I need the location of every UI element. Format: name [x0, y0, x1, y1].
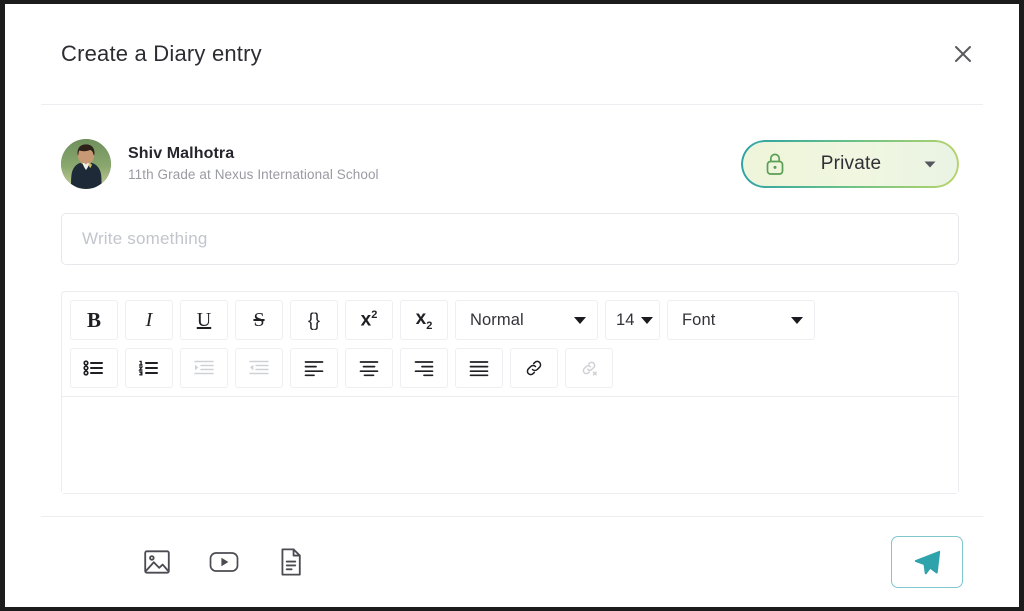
attachment-toolbar [61, 544, 891, 580]
align-right-button[interactable] [400, 348, 448, 388]
dialog-header: Create a Diary entry [5, 4, 1019, 104]
outdent-icon [248, 358, 270, 378]
numbered-list-icon [138, 358, 160, 378]
link-icon [523, 358, 545, 378]
send-plane-icon [912, 547, 942, 577]
attach-image-button[interactable] [139, 544, 175, 580]
send-button[interactable] [891, 536, 963, 588]
privacy-label: Private [820, 153, 882, 174]
align-justify-button[interactable] [455, 348, 503, 388]
author-name: Shiv Malhotra [128, 145, 235, 163]
align-right-icon [413, 358, 435, 378]
rich-text-editor: B I U S {} x2 x2 Normal 14 Font [61, 291, 959, 494]
font-family-value: Font [682, 310, 716, 329]
author-subtitle: 11th Grade at Nexus International School [128, 166, 379, 182]
block-format-value: Normal [470, 310, 524, 329]
dialog-body: Shiv Malhotra 11th Grade at Nexus Intern… [5, 105, 1019, 516]
italic-icon: I [145, 309, 153, 331]
bullet-list-icon [83, 358, 105, 378]
chevron-down-icon [574, 316, 586, 324]
document-icon [277, 547, 305, 577]
font-family-select[interactable]: Font [667, 300, 815, 340]
code-block-button[interactable]: {} [290, 300, 338, 340]
align-center-button[interactable] [345, 348, 393, 388]
entry-title-placeholder: Write something [82, 229, 208, 248]
superscript-icon: x2 [360, 309, 378, 331]
strikethrough-icon: S [253, 309, 265, 331]
chevron-down-icon [791, 316, 803, 324]
code-braces-icon: {} [307, 310, 321, 330]
align-center-icon [358, 358, 380, 378]
create-diary-entry-dialog: Create a Diary entry Shiv Malhotra 11th … [5, 4, 1019, 607]
video-play-icon [208, 547, 240, 577]
editor-toolbar: B I U S {} x2 x2 Normal 14 Font [62, 292, 958, 397]
entry-title-input[interactable]: Write something [61, 213, 959, 265]
align-left-icon [303, 358, 325, 378]
editor-content-area[interactable] [62, 397, 958, 493]
close-button[interactable] [943, 34, 983, 74]
chevron-down-icon [640, 316, 653, 324]
underline-icon: U [196, 309, 212, 331]
indent-icon [193, 358, 215, 378]
font-size-select[interactable]: 14 [605, 300, 660, 340]
numbered-list-button[interactable] [125, 348, 173, 388]
avatar [61, 139, 111, 189]
attach-document-button[interactable] [273, 544, 309, 580]
bold-button[interactable]: B [70, 300, 118, 340]
subscript-button[interactable]: x2 [400, 300, 448, 340]
page-title: Create a Diary entry [61, 41, 262, 66]
bullet-list-button[interactable] [70, 348, 118, 388]
font-size-value: 14 [616, 310, 635, 329]
remove-link-button[interactable] [565, 348, 613, 388]
align-left-button[interactable] [290, 348, 338, 388]
close-icon [951, 42, 975, 66]
unlink-icon [578, 358, 600, 378]
author-row: Shiv Malhotra 11th Grade at Nexus Intern… [61, 135, 959, 193]
italic-button[interactable]: I [125, 300, 173, 340]
avatar-photo [61, 139, 111, 189]
indent-button[interactable] [180, 348, 228, 388]
privacy-dropdown[interactable]: Private [741, 140, 959, 188]
strikethrough-button[interactable]: S [235, 300, 283, 340]
outdent-button[interactable] [235, 348, 283, 388]
toolbar-row-format: B I U S {} x2 x2 Normal 14 Font [70, 300, 950, 340]
bold-icon: B [86, 307, 101, 332]
chevron-down-icon [921, 155, 939, 173]
screen: Create a Diary entry Shiv Malhotra 11th … [0, 0, 1024, 611]
underline-button[interactable]: U [180, 300, 228, 340]
toolbar-row-paragraph [70, 348, 950, 388]
superscript-button[interactable]: x2 [345, 300, 393, 340]
subscript-icon: x2 [415, 307, 433, 332]
attach-video-button[interactable] [206, 544, 242, 580]
image-icon [142, 547, 172, 577]
author-meta: Shiv Malhotra 11th Grade at Nexus Intern… [128, 143, 741, 185]
align-justify-icon [468, 358, 490, 378]
insert-link-button[interactable] [510, 348, 558, 388]
dialog-footer [5, 517, 1019, 607]
block-format-select[interactable]: Normal [455, 300, 598, 340]
